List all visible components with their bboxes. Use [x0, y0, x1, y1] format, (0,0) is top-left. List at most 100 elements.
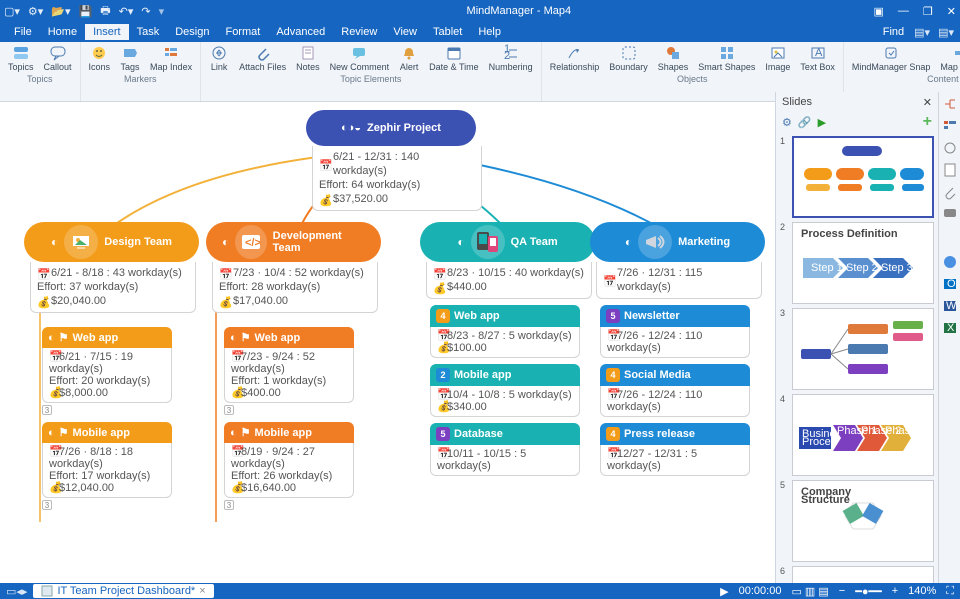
subtask-count[interactable]: 3 — [224, 500, 234, 510]
close-icon[interactable]: ✕ — [947, 5, 956, 18]
smart-shapes-button[interactable]: Smart Shapes — [694, 43, 759, 73]
menu-help[interactable]: Help — [470, 24, 509, 40]
menu-file[interactable]: File — [6, 24, 40, 40]
alert-button[interactable]: Alert — [395, 43, 423, 73]
team-mkt[interactable]: ◐Marketing📅7/26 · 12/31 : 115 workday(s)… — [590, 222, 768, 476]
slide-thumb[interactable]: 5CompanyStructure — [780, 480, 934, 562]
subtask-count[interactable]: 3 — [42, 405, 52, 415]
side-task-icon[interactable] — [942, 140, 958, 156]
slide-thumb[interactable]: 3 — [780, 308, 934, 390]
minimize-icon[interactable]: — — [898, 5, 909, 17]
maximize-icon[interactable]: ❐ — [923, 5, 933, 18]
topics-button[interactable]: Topics — [4, 43, 38, 73]
notes-button[interactable]: Notes — [292, 43, 324, 73]
slide-sync-icon[interactable]: 🔗 — [798, 116, 812, 129]
tags-button[interactable]: Tags — [116, 43, 144, 73]
slide-settings-icon[interactable]: ⚙ — [782, 116, 792, 129]
view-icons[interactable]: ▭ ▥ ▤ — [791, 585, 828, 598]
side-outlook-icon[interactable]: O — [942, 276, 958, 292]
menu-task[interactable]: Task — [129, 24, 168, 40]
side-comment-icon[interactable] — [942, 206, 958, 222]
slide-thumb[interactable]: 6 — [780, 566, 934, 583]
map-parts-button[interactable]: Map Parts — [936, 43, 960, 73]
close-panel-icon[interactable]: ✕ — [923, 96, 932, 109]
task-node[interactable]: 4Press release📅12/27 - 12/31 : 5 workday… — [600, 423, 750, 476]
snap-button[interactable]: MindManager Snap — [848, 43, 935, 73]
print-icon[interactable]: 🖶 — [100, 2, 110, 21]
menu-insert[interactable]: Insert — [85, 24, 129, 40]
menu-review[interactable]: Review — [333, 24, 385, 40]
find-button[interactable]: Find — [883, 26, 914, 38]
slide-thumb[interactable]: 2Process DefinitionStep 1Step 2Step 3 — [780, 222, 934, 304]
relationship-button[interactable]: Relationship — [546, 43, 604, 73]
shapes-button[interactable]: Shapes — [654, 43, 693, 73]
redo-icon[interactable]: ↷ — [141, 5, 150, 18]
map-index-button[interactable]: Map Index — [146, 43, 196, 73]
subtask-count[interactable]: 3 — [42, 500, 52, 510]
team-qa[interactable]: ◐QA Team📅8/23 · 10/15 : 40 workday(s)💰$4… — [420, 222, 598, 476]
zoom-slider[interactable]: ━●━━ — [855, 585, 882, 598]
new-comment-button[interactable]: New Comment — [326, 43, 394, 73]
subtask-count[interactable]: 3 — [224, 405, 234, 415]
menu-format[interactable]: Format — [217, 24, 268, 40]
settings-icon[interactable]: ⚙▾ — [28, 5, 43, 18]
side-map-index-icon[interactable] — [942, 118, 958, 134]
canvas[interactable]: ◐◑◒ Zephir Project 📅6/21 - 12/31 : 140 w… — [0, 102, 775, 583]
ribbon-options-icon[interactable]: ▤▾ — [938, 26, 954, 39]
task-node[interactable]: 2Mobile app📅10/4 - 10/8 : 5 workday(s)💰$… — [430, 364, 580, 417]
numbering-button[interactable]: 12Numbering — [485, 43, 537, 73]
date-time-button[interactable]: Date & Time — [425, 43, 483, 73]
link-button[interactable]: Link — [205, 43, 233, 73]
zoom-out-icon[interactable]: − — [839, 585, 845, 597]
zoom-in-icon[interactable]: + — [892, 585, 898, 597]
menu-view[interactable]: View — [385, 24, 425, 40]
text-box-button[interactable]: AText Box — [796, 43, 839, 73]
task-node[interactable]: ◐⚑Mobile app📅8/19 · 9/24 : 27 workday(s)… — [224, 422, 354, 511]
timer-icon[interactable]: ▶ — [720, 585, 728, 598]
save-icon[interactable]: 💾 — [79, 5, 93, 18]
undo-icon[interactable]: ↶▾ — [119, 5, 134, 18]
team-design[interactable]: ◐Design Team📅6/21 - 8/18 : 43 workday(s)… — [24, 222, 202, 511]
task-node[interactable]: 5Newsletter📅7/26 - 12/24 : 110 workday(s… — [600, 305, 750, 358]
boundary-button[interactable]: Boundary — [605, 43, 652, 73]
attach-files-button[interactable]: Attach Files — [235, 43, 290, 73]
side-excel-icon[interactable]: X — [942, 320, 958, 336]
side-attach-icon[interactable] — [942, 184, 958, 200]
task-body: 📅12/27 - 12/31 : 5 workday(s) — [600, 445, 750, 476]
menu-advanced[interactable]: Advanced — [268, 24, 333, 40]
task-node[interactable]: ◐⚑Web app📅6/21 · 7/15 : 19 workday(s)Eff… — [42, 327, 172, 416]
image-button[interactable]: Image — [761, 43, 794, 73]
open-icon[interactable]: 📂▾ — [51, 5, 70, 18]
task-node[interactable]: 4Web app📅8/23 - 8/27 : 5 workday(s)💰$100… — [430, 305, 580, 358]
slide-play-icon[interactable]: ▶ — [818, 116, 826, 129]
menu-tablet[interactable]: Tablet — [425, 24, 470, 40]
fit-icon[interactable]: ⛶ — [946, 585, 954, 598]
flag-icon: ⚑ — [59, 426, 69, 439]
tabs-icon[interactable]: ▭◂▸ — [6, 585, 27, 598]
find-more-icon[interactable]: ▤▾ — [914, 26, 938, 39]
menu-design[interactable]: Design — [167, 24, 217, 40]
task-node[interactable]: ◐⚑Web app📅7/23 - 9/24 : 52 workday(s)Eff… — [224, 327, 354, 416]
side-branches-icon[interactable] — [942, 96, 958, 112]
icons-button[interactable]: Icons — [85, 43, 115, 73]
team-dev[interactable]: ◐</>Development Team📅7/23 · 10/4 : 52 wo… — [206, 222, 384, 511]
callout-button[interactable]: Callout — [40, 43, 76, 73]
slides-list[interactable]: 12Process DefinitionStep 1Step 2Step 334… — [776, 132, 938, 583]
task-node[interactable]: 4Social Media📅7/26 - 12/24 : 110 workday… — [600, 364, 750, 417]
ribbon-toggle-icon[interactable]: ▣ — [874, 5, 884, 18]
add-slide-icon[interactable]: + — [923, 113, 932, 131]
menu-home[interactable]: Home — [40, 24, 85, 40]
tab-close-icon[interactable]: × — [199, 585, 205, 597]
side-notes-icon[interactable] — [942, 162, 958, 178]
side-word-icon[interactable]: W — [942, 298, 958, 314]
slide-thumb[interactable]: 4BusinessProcessPhase 1Phase 2Phase 3 — [780, 394, 934, 476]
root-node[interactable]: ◐◑◒ Zephir Project 📅6/21 - 12/31 : 140 w… — [306, 110, 488, 211]
task-node[interactable]: ◐⚑Mobile app📅7/26 · 8/18 : 18 workday(s)… — [42, 422, 172, 511]
document-tab[interactable]: IT Team Project Dashboard* × — [33, 584, 213, 598]
slide-thumb[interactable]: 1 — [780, 136, 934, 218]
side-browser-icon[interactable] — [942, 254, 958, 270]
task-node[interactable]: 5Database📅10/11 - 10/15 : 5 workday(s) — [430, 423, 580, 476]
cost-icon: 💰 — [319, 194, 329, 204]
qat-more-icon[interactable]: ▾ — [159, 5, 165, 18]
new-doc-icon[interactable]: ▢▾ — [4, 5, 20, 18]
